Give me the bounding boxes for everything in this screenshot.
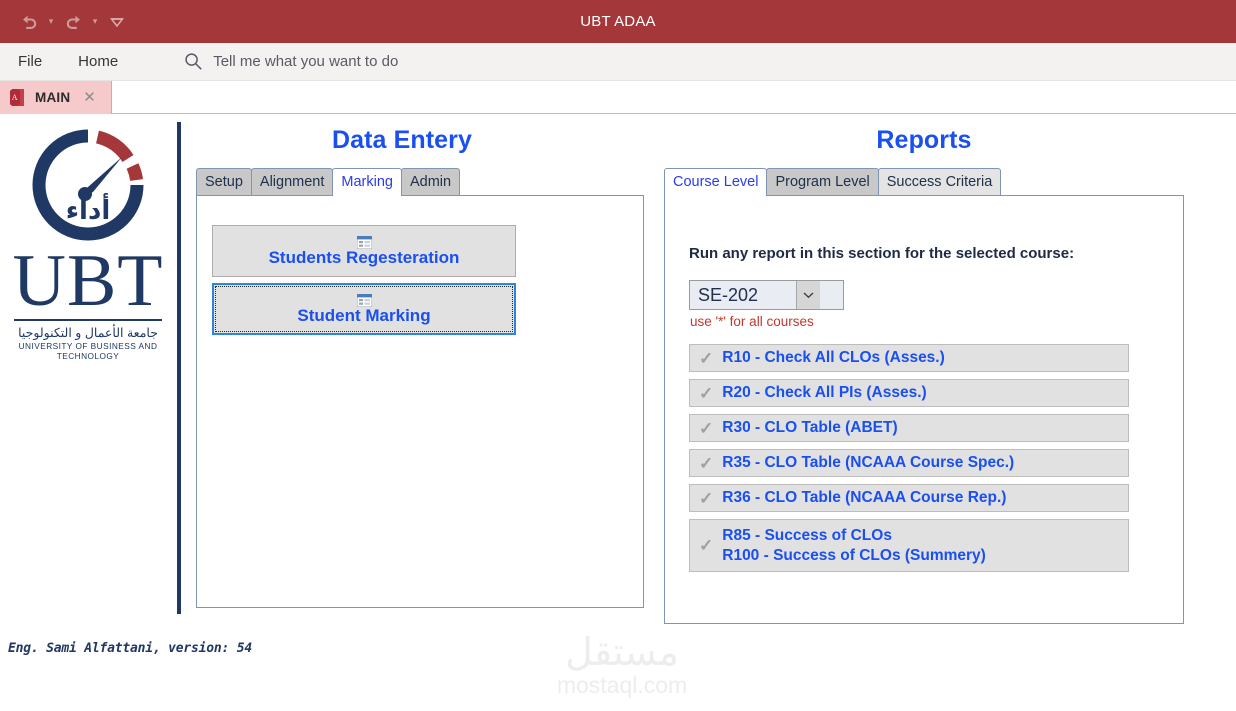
data-entry-tab-control: Setup Alignment Marking Admin Students R… [196, 168, 644, 608]
svg-text:A: A [12, 93, 18, 102]
redo-icon[interactable] [58, 8, 88, 36]
document-tab-main[interactable]: A MAIN ✕ [0, 81, 112, 114]
form-icon [356, 234, 372, 250]
watermark-latin: mostaql.com [556, 672, 688, 698]
course-select-value: SE-202 [698, 284, 759, 305]
window-title: UBT ADAA [580, 13, 656, 30]
report-button-r35[interactable]: ✓ R35 - CLO Table (NCAAA Course Spec.) [689, 449, 1129, 477]
form-canvas: أداء UBT جامعة الأعمال و التكنولوجيا UNI… [0, 114, 1236, 711]
svg-text:أداء: أداء [66, 193, 110, 226]
report-button-r85-r100[interactable]: ✓ R85 - Success of CLOs R100 - Success o… [689, 519, 1129, 572]
menu-item-home[interactable]: Home [60, 43, 136, 81]
tell-me-placeholder: Tell me what you want to do [213, 53, 399, 70]
access-form-icon: A [9, 88, 26, 107]
undo-dropdown-icon[interactable]: ▾ [44, 8, 58, 36]
ubt-english-name: UNIVERSITY OF BUSINESS AND TECHNOLOGY [18, 341, 158, 362]
ubt-arabic-name: جامعة الأعمال و التكنولوجيا [18, 326, 158, 341]
redo-dropdown-icon[interactable]: ▾ [88, 8, 102, 36]
reports-tab-row: Course Level Program Level Success Crite… [664, 168, 1002, 196]
check-icon: ✓ [699, 453, 714, 473]
tab-program-level[interactable]: Program Level [766, 168, 879, 195]
footer-credit: Eng. Sami Alfattani, version: 54 [8, 641, 253, 656]
report-button-r20[interactable]: ✓ R20 - Check All PIs (Asses.) [689, 379, 1129, 407]
tell-me-search[interactable]: Tell me what you want to do [184, 52, 398, 71]
check-icon: ✓ [699, 536, 714, 555]
course-select[interactable]: SE-202 [689, 280, 844, 310]
report-label-r85: R85 - Success of CLOs [722, 526, 892, 544]
document-tab-label: MAIN [35, 90, 71, 105]
title-bar: ▾ ▾ UBT ADAA [0, 0, 1236, 43]
report-label: R35 - CLO Table (NCAAA Course Spec.) [722, 454, 1015, 471]
adaa-gauge-icon: أداء [8, 128, 168, 246]
customize-quick-access-toolbar-icon[interactable] [102, 8, 132, 36]
search-icon [184, 52, 203, 71]
students-regesteration-label: Students Regesteration [268, 248, 460, 267]
tab-alignment[interactable]: Alignment [250, 168, 334, 195]
student-marking-button[interactable]: Student Marking [212, 283, 516, 335]
ubt-wordmark: UBT [12, 240, 164, 322]
chevron-down-icon[interactable] [796, 281, 820, 309]
report-label: R20 - Check All PIs (Asses.) [722, 384, 927, 401]
access-application-window: ▾ ▾ UBT ADAA File Home Tell me what you … [0, 0, 1236, 711]
tab-marking[interactable]: Marking [332, 168, 402, 196]
check-icon: ✓ [699, 348, 714, 368]
reports-tab-control: Course Level Program Level Success Crite… [664, 168, 1184, 624]
reports-tab-body: Run any report in this section for the s… [664, 195, 1184, 624]
report-button-r30[interactable]: ✓ R30 - CLO Table (ABET) [689, 414, 1129, 442]
tab-admin[interactable]: Admin [400, 168, 461, 195]
tab-success-criteria[interactable]: Success Criteria [877, 168, 1002, 195]
reports-heading: Reports [876, 126, 972, 154]
menu-bar: File Home Tell me what you want to do [0, 43, 1236, 81]
report-label: R10 - Check All CLOs (Asses.) [722, 349, 945, 366]
check-icon: ✓ [699, 488, 714, 508]
undo-icon[interactable] [14, 8, 44, 36]
mostaql-watermark: مستقل mostaql.com [536, 634, 708, 698]
student-marking-label: Student Marking [297, 306, 431, 325]
data-entry-tab-row: Setup Alignment Marking Admin [196, 168, 461, 196]
close-icon[interactable]: ✕ [83, 90, 96, 105]
report-label: R36 - CLO Table (NCAAA Course Rep.) [722, 489, 1007, 506]
form-icon [356, 292, 372, 308]
students-regesteration-button[interactable]: Students Regesteration [212, 225, 516, 277]
report-instruction: Run any report in this section for the s… [689, 245, 1075, 262]
data-entry-tab-body: Students Regesteration Student Marking [196, 195, 644, 608]
ubt-logo: أداء UBT جامعة الأعمال و التكنولوجيا UNI… [8, 128, 168, 361]
all-courses-hint: use '*' for all courses [690, 314, 814, 329]
report-button-r10[interactable]: ✓ R10 - Check All CLOs (Asses.) [689, 344, 1129, 372]
watermark-arabic: مستقل [565, 632, 679, 674]
report-label-r100: R100 - Success of CLOs (Summery) [722, 547, 986, 564]
tab-setup[interactable]: Setup [196, 168, 252, 195]
check-icon: ✓ [699, 383, 714, 403]
report-button-r36[interactable]: ✓ R36 - CLO Table (NCAAA Course Rep.) [689, 484, 1129, 512]
report-label: R30 - CLO Table (ABET) [722, 419, 898, 436]
quick-access-toolbar: ▾ ▾ [0, 8, 132, 36]
menu-item-file[interactable]: File [0, 43, 60, 81]
data-entry-heading: Data Entery [331, 126, 473, 154]
check-icon: ✓ [699, 418, 714, 438]
document-tab-strip: A MAIN ✕ [0, 81, 1236, 114]
tab-course-level[interactable]: Course Level [664, 168, 768, 196]
vertical-divider [177, 122, 181, 614]
